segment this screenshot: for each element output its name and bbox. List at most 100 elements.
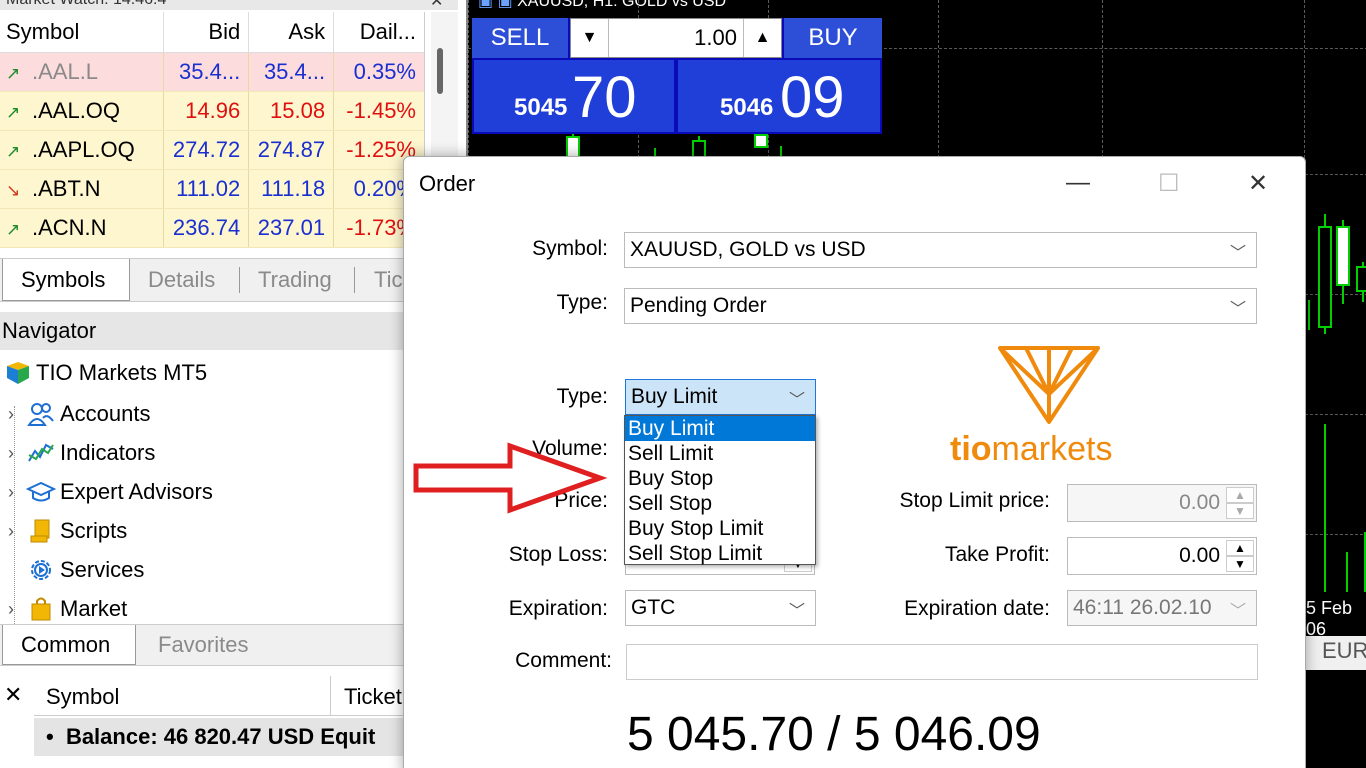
dropdown-option-buy-stop[interactable]: Buy Stop [625,466,815,491]
symbol-name: .ABT.N [32,175,101,201]
decrease-icon[interactable]: ▼ [1226,556,1254,572]
expiration-select[interactable]: GTC ﹀ [625,590,816,626]
chevron-right-icon[interactable]: › [0,482,22,503]
tab-details[interactable]: Details [148,259,215,301]
navigator-item-label: Expert Advisors [60,479,213,504]
close-icon[interactable]: ✕ [4,682,22,708]
toolbox-header: Symbol Ticket [34,676,425,716]
ask-value: 237.01 [248,208,335,248]
logo-text-bold: tio [950,430,992,468]
services-icon [22,556,60,584]
table-row[interactable]: ↗ .AAPL.OQ 274.72 274.87 -1.25% [0,130,424,170]
column-header-bid[interactable]: Bid [163,12,250,53]
stop-limit-price-input[interactable]: 0.00 ▲ ▼ [1067,484,1257,522]
chevron-down-icon: ﹀ [788,603,805,620]
symbol-select-value: XAUUSD, GOLD vs USD [630,238,866,261]
tab-trading[interactable]: Trading [258,259,332,301]
navigator-item-services[interactable]: Services [0,551,144,589]
chart-title: ▣ ▣ XAUUSD, H1: GOLD vs USD [478,0,726,11]
dropdown-option-sell-stop[interactable]: Sell Stop [625,491,815,516]
volume-input[interactable]: 1.00 [611,25,737,51]
sell-button[interactable]: SELL [472,18,568,58]
bid-value: 274.72 [163,130,250,170]
one-click-trading-panel: SELL ▼ 1.00 ▲ BUY 5045 70 5046 09 [472,18,882,134]
order-type-select[interactable]: Buy Limit ﹀ [625,379,816,415]
scrollbar-thumb[interactable] [437,48,443,94]
dropdown-option-sell-stop-limit[interactable]: Sell Stop Limit [625,541,815,566]
ask-value: 111.18 [248,169,335,209]
symbol-select[interactable]: XAUUSD, GOLD vs USD ﹀ [624,232,1257,268]
column-header-daily[interactable]: Dail... [333,12,424,53]
increase-icon[interactable]: ▲ [1226,540,1254,556]
symbol-label: Symbol: [532,237,608,260]
chevron-down-icon: ﹀ [788,392,805,409]
tab-separator [354,267,355,293]
dropdown-option-buy-stop-limit[interactable]: Buy Stop Limit [625,516,815,541]
balance-row[interactable]: • Balance: 46 820.47 USD Equit [34,718,425,756]
chevron-right-icon[interactable]: › [0,404,22,425]
stop-limit-price-label: Stop Limit price: [899,489,1050,512]
navigator-item-label: Indicators [60,440,156,465]
volume-bar [1324,424,1326,592]
symbol-name: .AAL.L [32,58,99,84]
navigator-tabs: Common Favorites [0,624,425,666]
dropdown-option-buy-limit[interactable]: Buy Limit [625,416,815,441]
table-row[interactable]: ↗ .AAL.OQ 14.96 15.08 -1.45% [0,91,424,131]
navigator-item-scripts[interactable]: › Scripts [0,512,127,550]
navigator-item-expert-advisors[interactable]: › Expert Advisors [0,473,213,511]
bid-ask-prices: 5 045.70 / 5 046.09 [627,708,1041,761]
chevron-right-icon[interactable]: › [0,599,22,620]
take-profit-value: 0.00 [1179,544,1220,567]
arrow-up-icon: ↗ [6,102,21,122]
increase-icon[interactable]: ▲ [1226,487,1254,503]
table-row[interactable]: ↗ .ACN.N 236.74 237.01 -1.73% [0,208,424,248]
stop-limit-price-value: 0.00 [1179,491,1220,514]
volume-increase-icon[interactable]: ▲ [743,19,781,57]
decrease-icon[interactable]: ▼ [1226,503,1254,519]
navigator-root[interactable]: TIO Markets MT5 [0,354,207,392]
chart-tab-eur[interactable]: EUR [1306,636,1366,670]
tab-common[interactable]: Common [2,625,136,665]
column-header-symbol[interactable]: Symbol [46,684,119,710]
column-header-symbol[interactable]: Symbol [0,12,165,53]
navigator-item-market[interactable]: › Market [0,590,127,624]
column-header-ticket[interactable]: Ticket [344,684,402,710]
navigator-item-indicators[interactable]: › Indicators [0,434,155,472]
maximize-icon[interactable]: ☐ [1158,169,1180,198]
volume-stepper: ▼ 1.00 ▲ [570,18,782,58]
tio-markets-logo-mark [998,346,1100,424]
buy-button[interactable]: BUY [784,18,882,58]
market-watch-tabs: Symbols Details Trading Tick [0,258,458,302]
navigator-item-accounts[interactable]: › Accounts [0,395,151,433]
chevron-right-icon[interactable]: › [0,443,22,464]
table-row[interactable]: ↘ .ABT.N 111.02 111.18 0.20% [0,169,424,209]
comment-input[interactable] [626,644,1258,680]
dropdown-option-sell-limit[interactable]: Sell Limit [625,441,815,466]
minimize-icon[interactable]: — [1066,169,1090,197]
tab-favorites[interactable]: Favorites [158,625,248,665]
execution-type-select[interactable]: Pending Order ﹀ [624,288,1257,324]
close-icon[interactable]: ✕ [430,0,443,10]
volume-decrease-icon[interactable]: ▼ [571,19,609,57]
buy-price-box[interactable]: 5046 09 [678,60,880,132]
navigator-root-label: TIO Markets MT5 [36,360,208,385]
column-header-ask[interactable]: Ask [248,12,335,53]
tab-symbols[interactable]: Symbols [2,259,130,301]
execution-type-value: Pending Order [630,294,767,317]
chevron-down-icon: ﹀ [1229,603,1246,620]
close-icon[interactable]: ✕ [1248,169,1268,198]
volume-bar [1346,552,1348,592]
expiration-date-label: Expiration date: [904,597,1050,620]
take-profit-input[interactable]: 0.00 ▲ ▼ [1067,537,1257,575]
table-row[interactable]: ↗ .AAL.L 35.4... 35.4... 0.35% [0,52,424,92]
candle [1318,226,1332,328]
expiration-date-picker[interactable]: 46:11 26.02.10 ﹀ [1067,590,1257,626]
symbol-name: .AAL.OQ [32,97,121,123]
sell-price-box[interactable]: 5045 70 [474,60,674,132]
expiration-date-value: 46:11 26.02.10 [1073,596,1212,619]
chevron-right-icon[interactable]: › [0,521,22,542]
order-type-label: Type: [556,385,608,408]
buy-price-big: 09 [780,65,845,130]
buy-price-small: 5046 [720,94,774,121]
ask-value: 35.4... [248,52,335,92]
